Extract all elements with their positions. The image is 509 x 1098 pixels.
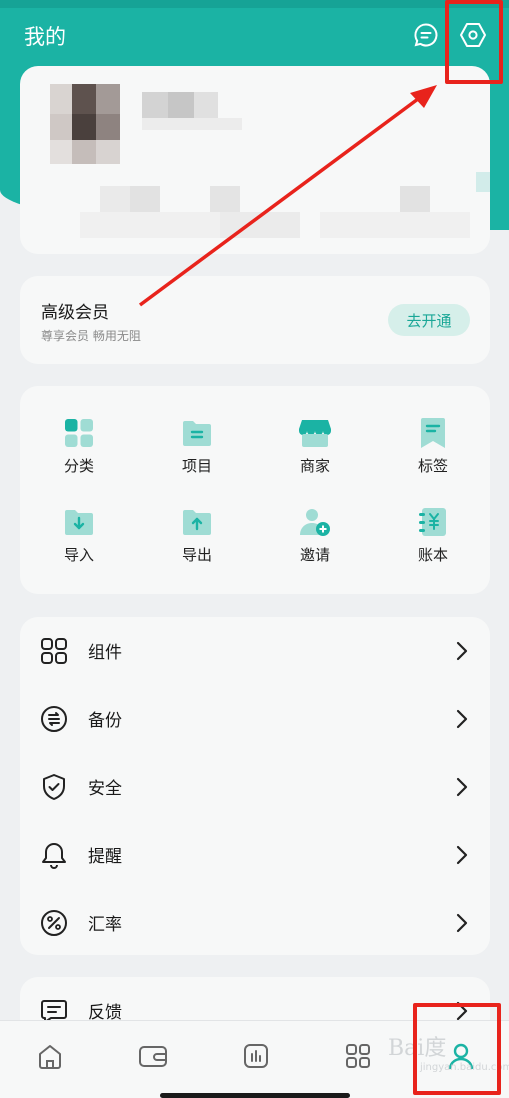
grid-label: 标签	[417, 457, 448, 475]
widgets-icon	[41, 638, 67, 664]
annotation-box-settings	[445, 0, 503, 84]
message-icon	[414, 23, 438, 47]
grid-item-project[interactable]: 项目	[157, 416, 237, 486]
blur-block	[50, 140, 72, 164]
vip-subtitle: 尊享会员 畅用无阻	[41, 329, 141, 343]
blur-block	[96, 114, 120, 140]
grid-item-export[interactable]: 导出	[157, 505, 237, 575]
chevron-right-icon	[456, 709, 468, 729]
chart-icon	[244, 1044, 268, 1068]
grid-item-tag[interactable]: 标签	[393, 416, 473, 486]
blur-block	[80, 212, 220, 238]
menu-label: 组件	[88, 643, 122, 663]
grid-label: 项目	[181, 457, 212, 475]
blur-block	[400, 186, 430, 212]
menu-item-exchange-rate[interactable]: 汇率	[20, 889, 490, 957]
home-icon	[39, 1045, 61, 1069]
percent-icon	[41, 910, 67, 936]
blur-block	[220, 212, 300, 238]
menu-label: 备份	[88, 711, 122, 731]
tab-apps[interactable]	[343, 1041, 373, 1071]
menu-item-widgets[interactable]: 组件	[20, 617, 490, 685]
blur-block	[100, 186, 130, 212]
tab-home[interactable]	[35, 1041, 65, 1071]
grid-label: 导入	[63, 546, 94, 564]
import-icon	[62, 505, 96, 539]
profile-card[interactable]	[20, 66, 490, 254]
menu-item-reminder[interactable]: 提醒	[20, 821, 490, 889]
chevron-right-icon	[456, 845, 468, 865]
blur-block	[210, 186, 240, 212]
folder-icon	[180, 416, 214, 450]
blur-block	[142, 118, 242, 130]
status-bar	[0, 0, 509, 8]
tab-wallet[interactable]	[138, 1041, 168, 1071]
vip-open-button[interactable]: 去开通	[388, 304, 470, 336]
grid-label: 分类	[63, 457, 94, 475]
feature-grid-card: 分类 项目 商家 标签 导入 导出 邀请 账本	[20, 386, 490, 594]
grid-item-import[interactable]: 导入	[39, 505, 119, 575]
grid-label: 商家	[299, 457, 330, 475]
chevron-right-icon	[456, 777, 468, 797]
invite-icon	[298, 505, 332, 539]
settings-menu-card: 组件 备份 安全 提醒 汇率	[20, 617, 490, 955]
top-header: 我的	[0, 18, 509, 58]
annotation-box-profile-tab	[413, 1003, 501, 1095]
home-indicator	[160, 1093, 350, 1098]
blur-block	[142, 92, 168, 118]
menu-item-backup[interactable]: 备份	[20, 685, 490, 753]
blur-block	[96, 140, 120, 164]
shield-icon	[43, 774, 65, 800]
grid-item-category[interactable]: 分类	[39, 416, 119, 486]
blur-block	[168, 92, 194, 118]
menu-label: 安全	[88, 779, 122, 799]
grid-item-invite[interactable]: 邀请	[275, 505, 355, 575]
page-title: 我的	[24, 25, 66, 49]
menu-label: 提醒	[88, 847, 122, 867]
grid-label: 邀请	[299, 546, 330, 564]
blur-block	[72, 84, 96, 114]
blur-block	[476, 172, 490, 192]
backup-icon	[41, 706, 67, 732]
blur-block	[194, 92, 218, 118]
blur-block	[50, 114, 72, 140]
tab-stats[interactable]	[241, 1041, 271, 1071]
menu-item-security[interactable]: 安全	[20, 753, 490, 821]
ledger-icon	[416, 505, 450, 539]
grid-label: 导出	[181, 546, 212, 564]
blur-block	[320, 212, 470, 238]
grid-item-store[interactable]: 商家	[275, 416, 355, 486]
export-icon	[180, 505, 214, 539]
blur-block	[72, 140, 96, 164]
blur-block	[130, 186, 160, 212]
message-button[interactable]	[411, 20, 441, 50]
wallet-icon	[139, 1046, 167, 1067]
grid-label: 账本	[417, 546, 448, 564]
vip-title: 高级会员	[41, 303, 109, 323]
apps-icon	[346, 1044, 370, 1068]
chevron-right-icon	[456, 913, 468, 933]
vip-card[interactable]: 高级会员 尊享会员 畅用无阻 去开通	[20, 276, 490, 364]
blur-block	[72, 114, 96, 140]
store-icon	[298, 416, 332, 450]
bookmark-icon	[416, 416, 450, 450]
category-icon	[62, 416, 96, 450]
blur-block	[50, 84, 72, 114]
blur-block	[96, 84, 120, 114]
bell-icon	[42, 843, 66, 869]
grid-item-ledger[interactable]: 账本	[393, 505, 473, 575]
menu-label: 汇率	[88, 915, 122, 935]
chevron-right-icon	[456, 641, 468, 661]
